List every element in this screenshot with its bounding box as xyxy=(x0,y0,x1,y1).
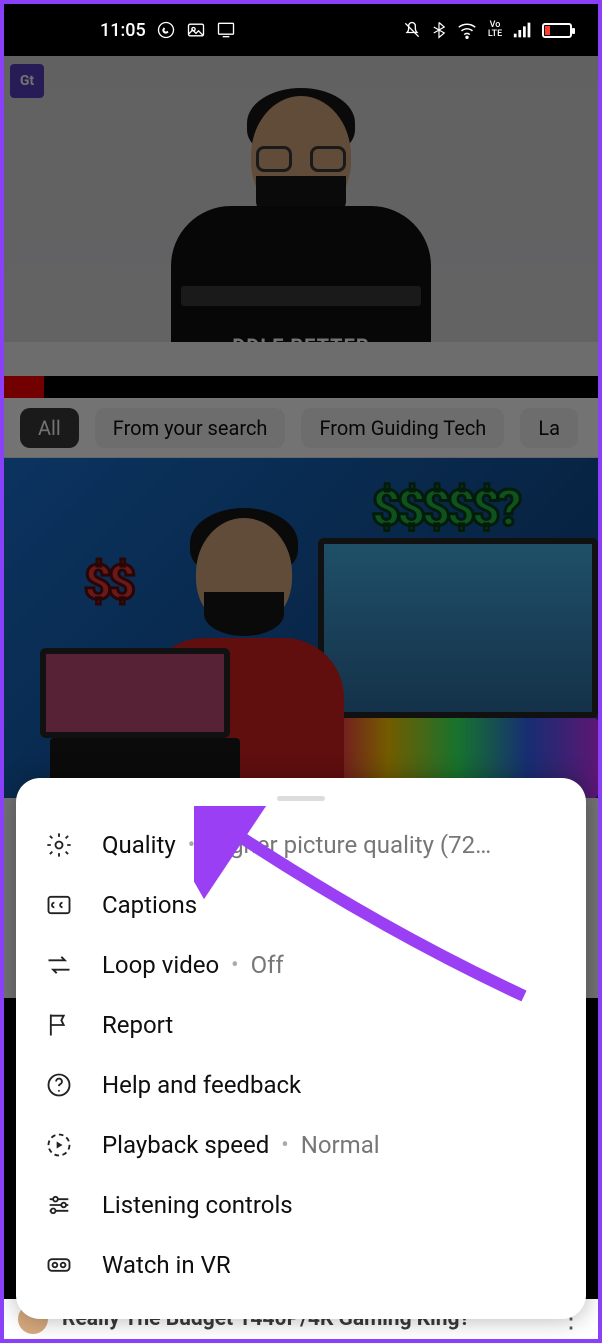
menu-value: Off xyxy=(251,951,284,979)
menu-item-listening-controls[interactable]: Listening controls xyxy=(16,1175,586,1235)
chip-from-channel[interactable]: From Guiding Tech xyxy=(301,408,504,448)
captions-icon xyxy=(44,891,74,919)
loop-icon xyxy=(44,951,74,979)
flag-icon xyxy=(44,1011,74,1039)
menu-label: Captions xyxy=(102,891,197,919)
suggested-video-thumbnail[interactable]: $$$$$? $$ xyxy=(4,458,598,798)
video-player[interactable]: Gt DDLE BETTER xyxy=(4,56,598,376)
menu-label: Listening controls xyxy=(102,1191,293,1219)
chip-more[interactable]: La xyxy=(520,408,578,448)
volte-label: Vo LTE xyxy=(486,21,504,39)
speed-icon xyxy=(44,1131,74,1159)
help-icon xyxy=(44,1071,74,1099)
chip-all[interactable]: All xyxy=(20,408,79,448)
gear-icon xyxy=(44,831,74,859)
menu-item-help[interactable]: Help and feedback xyxy=(16,1055,586,1115)
dollars-small: $$ xyxy=(84,554,132,611)
menu-value: Higher picture quality (72… xyxy=(207,831,491,859)
menu-item-quality[interactable]: Quality • Higher picture quality (72… xyxy=(16,815,586,875)
mute-icon xyxy=(402,20,422,40)
signal-icon xyxy=(512,19,534,41)
status-time: 11:05 xyxy=(100,20,146,41)
channel-logo: Gt xyxy=(10,64,44,98)
status-bar: 11:05 Vo LTE xyxy=(4,4,598,56)
sliders-icon xyxy=(44,1191,74,1219)
menu-label: Report xyxy=(102,1011,173,1039)
menu-item-watch-vr[interactable]: Watch in VR xyxy=(16,1235,586,1295)
cast-icon xyxy=(216,20,236,40)
menu-item-captions[interactable]: Captions xyxy=(16,875,586,935)
whatsapp-icon xyxy=(156,20,176,40)
wifi-icon xyxy=(456,19,478,41)
menu-item-playback-speed[interactable]: Playback speed • Normal xyxy=(16,1115,586,1175)
player-settings-sheet: Quality • Higher picture quality (72… Ca… xyxy=(16,778,586,1319)
menu-label: Watch in VR xyxy=(102,1251,231,1279)
menu-label: Help and feedback xyxy=(102,1071,301,1099)
menu-label: Quality xyxy=(102,831,176,859)
menu-item-report[interactable]: Report xyxy=(16,995,586,1055)
chip-from-search[interactable]: From your search xyxy=(95,408,286,448)
dollars-big: $$$$$? xyxy=(372,480,518,538)
video-progress-bar[interactable] xyxy=(4,376,598,398)
vr-icon xyxy=(44,1251,74,1279)
menu-label: Loop video xyxy=(102,951,219,979)
bluetooth-icon xyxy=(430,21,448,39)
menu-value: Normal xyxy=(301,1131,380,1159)
menu-label: Playback speed xyxy=(102,1131,269,1159)
battery-icon xyxy=(542,23,572,38)
device-frame: 11:05 Vo LTE xyxy=(0,0,602,1343)
photo-icon xyxy=(186,20,206,40)
filter-chips-row[interactable]: All From your search From Guiding Tech L… xyxy=(4,398,598,458)
sheet-drag-handle[interactable] xyxy=(277,796,325,801)
menu-item-loop[interactable]: Loop video • Off xyxy=(16,935,586,995)
